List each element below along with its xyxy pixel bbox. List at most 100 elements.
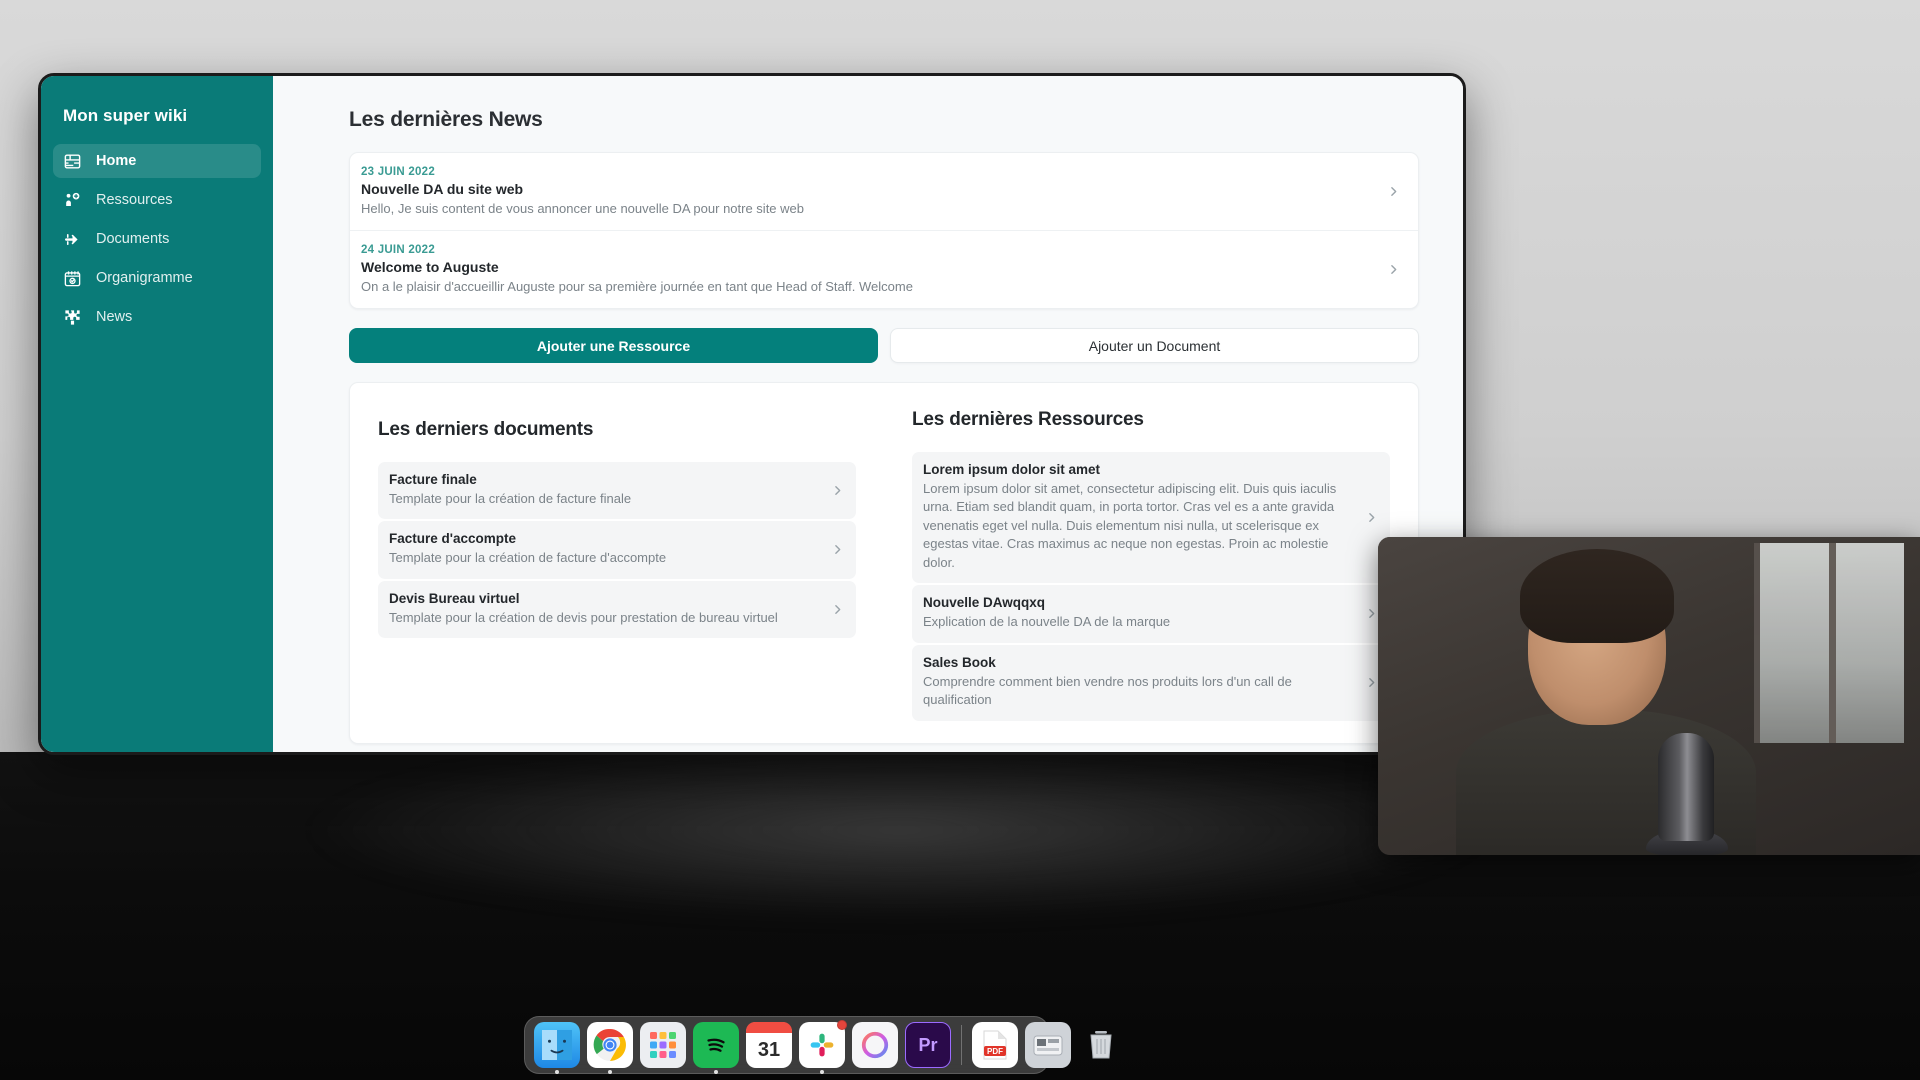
news-date: 24 JUIN 2022	[361, 244, 435, 256]
spotify-icon	[701, 1030, 731, 1060]
document-item-body: Devis Bureau virtuel Template pour la cr…	[389, 591, 821, 627]
sidebar-item-label: News	[96, 309, 133, 325]
calendar-check-icon	[63, 269, 82, 288]
dock-item-premiere-pro[interactable]: Pr	[905, 1022, 951, 1068]
resource-people-icon	[63, 191, 82, 210]
webcam-person-hair	[1520, 549, 1674, 643]
webcam-overlay[interactable]	[1378, 537, 1920, 855]
dock-item-trash[interactable]	[1078, 1022, 1124, 1068]
sidebar-item-label: Organigramme	[96, 270, 193, 286]
news-body: 23 JUIN 2022 Nouvelle DA du site web Hel…	[361, 166, 1377, 216]
layout-dashboard-icon	[63, 152, 82, 171]
chevron-right-icon[interactable]	[1365, 511, 1378, 524]
news-row[interactable]: 24 JUIN 2022 Welcome to Auguste On a le …	[350, 230, 1418, 308]
news-title: Welcome to Auguste	[361, 259, 499, 275]
add-resource-button[interactable]: Ajouter une Ressource	[349, 328, 878, 363]
resource-item-description: Comprendre comment bien vendre nos produ…	[923, 673, 1292, 708]
svg-text:PDF: PDF	[987, 1047, 1003, 1056]
sidebar-item-organigramme[interactable]: Organigramme	[53, 261, 261, 295]
news-list-card: 23 JUIN 2022 Nouvelle DA du site web Hel…	[349, 152, 1419, 309]
sidebar-item-label: Home	[96, 153, 137, 169]
screenshot-icon	[1033, 1035, 1063, 1056]
document-item-body: Facture d'accompte Template pour la créa…	[389, 531, 821, 567]
resource-item-body: Sales Book Comprendre comment bien vendr…	[923, 655, 1355, 710]
trash-icon	[1090, 1031, 1112, 1059]
dock-item-screenshot-folder[interactable]	[1025, 1022, 1071, 1068]
running-indicator	[714, 1070, 718, 1074]
news-description: Hello, Je suis content de vous annoncer …	[361, 201, 804, 216]
sidebar-item-ressources[interactable]: Ressources	[53, 183, 261, 217]
sidebar-item-label: Ressources	[96, 192, 173, 208]
resource-item-body: Lorem ipsum dolor sit amet Lorem ipsum d…	[923, 462, 1355, 572]
resource-list-item[interactable]: Lorem ipsum dolor sit amet Lorem ipsum d…	[912, 452, 1390, 584]
document-item-title: Facture d'accompte	[389, 531, 516, 547]
resource-item-title: Lorem ipsum dolor sit amet	[923, 462, 1101, 477]
chevron-right-icon[interactable]	[831, 484, 844, 497]
document-list-item[interactable]: Facture d'accompte Template pour la créa…	[378, 521, 856, 579]
dock: 31 Pr PDF	[524, 1016, 1112, 1074]
documents-column: Les derniers documents Facture finale Te…	[350, 383, 884, 743]
document-item-description: Template pour la création de facture fin…	[389, 491, 632, 506]
dock-separator	[961, 1025, 962, 1065]
chevron-right-icon[interactable]	[1387, 263, 1400, 276]
news-row[interactable]: 23 JUIN 2022 Nouvelle DA du site web Hel…	[350, 153, 1418, 230]
dock-item-calendar[interactable]: 31	[746, 1022, 792, 1068]
resource-item-description: Lorem ipsum dolor sit amet, consectetur …	[923, 481, 1337, 570]
dock-item-slack[interactable]	[799, 1020, 847, 1074]
main-content: Les dernières News 23 JUIN 2022 Nouvelle…	[273, 76, 1463, 752]
sidebar-item-home[interactable]: Home	[53, 144, 261, 178]
arc-browser-icon	[861, 1031, 889, 1059]
document-item-description: Template pour la création de devis pour …	[389, 609, 778, 625]
document-arrow-icon	[63, 230, 82, 249]
sidebar-item-documents[interactable]: Documents	[53, 222, 261, 256]
chevron-right-icon[interactable]	[1365, 607, 1378, 620]
documents-section-title: Les derniers documents	[378, 419, 594, 440]
calendar-header	[746, 1022, 792, 1033]
microphone-icon	[1658, 733, 1714, 841]
dock-item-spotify[interactable]	[693, 1022, 739, 1074]
notification-badge	[837, 1020, 847, 1030]
resources-column: Les dernières Ressources Lorem ipsum dol…	[884, 383, 1418, 743]
running-indicator	[608, 1070, 612, 1074]
document-item-description: Template pour la création de facture d'a…	[389, 550, 667, 566]
pdf-file-icon: PDF	[983, 1030, 1007, 1060]
document-item-title: Facture finale	[389, 472, 477, 487]
sidebar-item-news[interactable]: News	[53, 300, 261, 334]
slack-icon	[810, 1033, 834, 1057]
puzzle-icon	[63, 308, 82, 327]
dock-item-finder[interactable]	[534, 1022, 580, 1074]
sidebar: Mon super wiki Home Ressources Documents…	[41, 76, 273, 752]
sidebar-title: Mon super wiki	[63, 106, 188, 125]
news-body: 24 JUIN 2022 Welcome to Auguste On a le …	[361, 244, 1377, 294]
dock-item-acrobat[interactable]: PDF	[972, 1022, 1018, 1068]
resource-item-description: Explication de la nouvelle DA de la marq…	[923, 614, 1171, 630]
running-indicator	[555, 1070, 559, 1074]
resource-item-body: Nouvelle DAwqqxq Explication de la nouve…	[923, 595, 1355, 631]
dock-item-arc[interactable]	[852, 1022, 898, 1068]
add-document-button[interactable]: Ajouter un Document	[890, 328, 1419, 363]
resource-item-title: Nouvelle DAwqqxq	[923, 595, 1046, 611]
sidebar-item-label: Documents	[96, 231, 170, 247]
resources-section-title: Les dernières Ressources	[912, 409, 1144, 430]
lower-split-card: Les derniers documents Facture finale Te…	[349, 382, 1419, 744]
chevron-right-icon[interactable]	[831, 603, 844, 616]
resource-list-item[interactable]: Nouvelle DAwqqxq Explication de la nouve…	[912, 585, 1390, 643]
resource-item-title: Sales Book	[923, 654, 996, 670]
chrome-icon	[593, 1029, 626, 1061]
chevron-right-icon[interactable]	[1387, 185, 1400, 198]
document-list-item[interactable]: Facture finale Template pour la création…	[378, 462, 856, 520]
chevron-right-icon[interactable]	[831, 543, 844, 556]
dock-item-launchpad[interactable]	[640, 1022, 686, 1068]
news-description: On a le plaisir d'accueillir Auguste pou…	[361, 279, 913, 294]
action-buttons-row: Ajouter une Ressource Ajouter un Documen…	[349, 328, 1419, 363]
dock-item-chrome[interactable]	[587, 1022, 633, 1074]
running-indicator	[820, 1070, 824, 1074]
desktop-glow	[300, 740, 1500, 920]
webcam-window-behind	[1754, 543, 1904, 743]
news-date: 23 JUIN 2022	[361, 166, 435, 178]
resource-list-item[interactable]: Sales Book Comprendre comment bien vendr…	[912, 644, 1390, 721]
finder-icon	[542, 1030, 572, 1060]
document-list-item[interactable]: Devis Bureau virtuel Template pour la cr…	[378, 580, 856, 639]
page-title: Les dernières News	[349, 108, 543, 131]
chevron-right-icon[interactable]	[1365, 676, 1378, 689]
